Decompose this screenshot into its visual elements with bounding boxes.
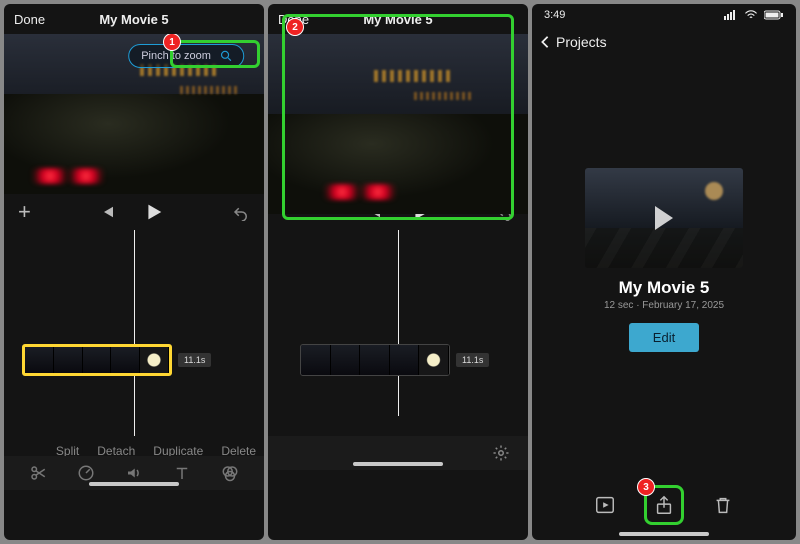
highlight-box-1 bbox=[170, 40, 260, 68]
done-button[interactable]: Done bbox=[14, 12, 45, 27]
projects-label: Projects bbox=[556, 34, 607, 50]
filters-icon[interactable] bbox=[221, 464, 239, 482]
share-icon[interactable] bbox=[653, 494, 675, 516]
add-media-button[interactable]: + bbox=[18, 201, 31, 223]
status-bar: 3:49 bbox=[532, 4, 796, 26]
undo-icon[interactable] bbox=[232, 203, 250, 221]
battery-icon bbox=[764, 10, 784, 20]
clip-duration: 11.1s bbox=[178, 353, 211, 367]
back-to-projects[interactable]: Projects bbox=[532, 26, 796, 58]
marker-2: 2 bbox=[286, 18, 304, 36]
speed-icon[interactable] bbox=[77, 464, 95, 482]
clip-duration: 11.1s bbox=[456, 353, 489, 367]
home-indicator bbox=[353, 462, 443, 466]
text-icon[interactable] bbox=[173, 464, 191, 482]
project-title: My Movie 5 bbox=[585, 278, 743, 298]
selected-clip[interactable] bbox=[22, 344, 172, 376]
transport-bar: + bbox=[4, 194, 264, 230]
project-meta: 12 sec · February 17, 2025 bbox=[585, 300, 743, 311]
play-icon bbox=[655, 206, 673, 230]
project-thumbnail[interactable] bbox=[585, 168, 743, 268]
home-indicator bbox=[619, 532, 709, 536]
marker-3: 3 bbox=[637, 478, 655, 496]
scissors-icon[interactable] bbox=[29, 464, 47, 482]
clock: 3:49 bbox=[544, 9, 565, 21]
wifi-icon bbox=[744, 10, 758, 20]
play-icon[interactable] bbox=[142, 201, 164, 223]
timeline[interactable]: 11.1s bbox=[268, 230, 528, 470]
signal-icon bbox=[724, 10, 738, 20]
play-outline-icon[interactable] bbox=[594, 494, 616, 516]
projects-panel: 3:49 Projects My Movie 5 12 sec · Februa… bbox=[532, 4, 796, 540]
playhead[interactable] bbox=[134, 230, 135, 436]
clip[interactable] bbox=[300, 344, 450, 376]
playhead[interactable] bbox=[398, 230, 399, 416]
home-indicator bbox=[89, 482, 179, 486]
clip-row: 11.1s bbox=[22, 342, 252, 378]
chevron-left-icon bbox=[540, 35, 550, 49]
timeline[interactable]: 11.1s Split Detach Duplicate Delete bbox=[4, 230, 264, 490]
share-button-highlight: 3 bbox=[644, 485, 684, 525]
editor-panel-2: Done My Movie 5 2 11.1s bbox=[268, 4, 528, 540]
project-card: My Movie 5 12 sec · February 17, 2025 Ed… bbox=[585, 168, 743, 352]
clip-row: 11.1s bbox=[286, 342, 516, 378]
edit-button[interactable]: Edit bbox=[629, 323, 699, 352]
highlight-box-2 bbox=[282, 14, 514, 220]
trash-icon[interactable] bbox=[712, 494, 734, 516]
video-preview[interactable]: Pinch to zoom 1 bbox=[4, 34, 264, 194]
rewind-start-icon[interactable] bbox=[98, 203, 116, 221]
editor-panel-1: Done My Movie 5 Pinch to zoom 1 + 11.1s bbox=[4, 4, 264, 540]
project-actions: 3 bbox=[532, 482, 796, 528]
topbar: Done My Movie 5 bbox=[4, 4, 264, 34]
volume-icon[interactable] bbox=[125, 464, 143, 482]
settings-gear-icon[interactable] bbox=[492, 444, 510, 462]
